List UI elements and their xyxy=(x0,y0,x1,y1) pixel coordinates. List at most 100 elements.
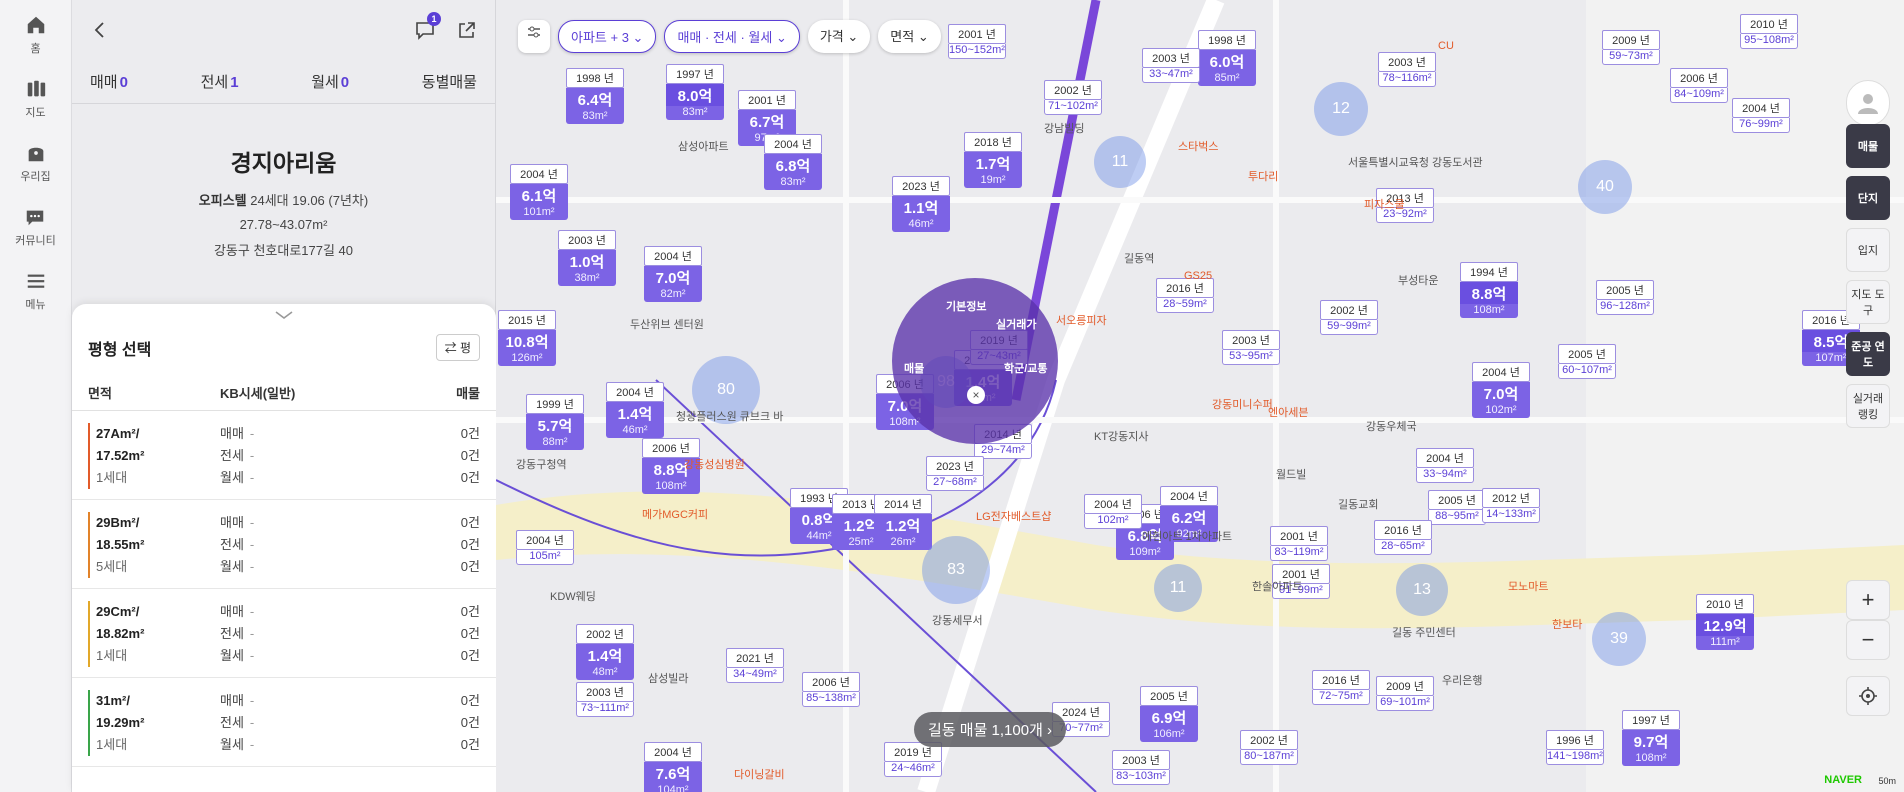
price-marker[interactable]: 2004 년 1.4억 46m² xyxy=(606,382,664,438)
map-poi-label[interactable]: 강동미니수퍼 xyxy=(1212,396,1273,412)
map-poi-label[interactable]: LG전자베스트샵 xyxy=(976,508,1051,524)
size-row[interactable]: 27Am²/17.52m² 1세대 매매 - 전세 - 월세 - 0건 0건 0건 xyxy=(72,411,496,500)
map-poi-label[interactable]: 삼성빌라 xyxy=(648,670,688,686)
cluster-circle[interactable]: 11 xyxy=(1154,564,1202,612)
complex-area-marker[interactable]: 2002 년 71~102m² xyxy=(1044,80,1102,115)
map-poi-label[interactable]: 두산위브 센터원 xyxy=(630,316,704,332)
price-marker[interactable]: 2003 년 1.0억 38m² xyxy=(558,230,616,286)
map-poi-label[interactable]: 한솔아파트 xyxy=(1252,578,1303,594)
price-marker[interactable]: 2004 년 7.6억 104m² xyxy=(644,742,702,792)
price-marker[interactable]: 2018 년 1.7억 19m² xyxy=(964,132,1022,188)
map-poi-label[interactable]: 엔아세븐 xyxy=(1268,404,1308,420)
listing-count-pill[interactable]: 길동 매물 1,100개 › xyxy=(914,712,1067,747)
map-poi-label[interactable]: 우리은행 xyxy=(1442,672,1482,688)
cluster-circle[interactable]: 11 xyxy=(1094,136,1146,188)
complex-area-marker[interactable]: 1996 년 141~198m² xyxy=(1546,730,1604,765)
complex-area-marker[interactable]: 2001 년 150~152m² xyxy=(948,24,1006,59)
sheet-handle[interactable] xyxy=(72,304,496,326)
tab-sale[interactable]: 매매 0 xyxy=(90,71,128,92)
map-poi-label[interactable]: KDW웨딩 xyxy=(550,588,596,604)
map-poi-label[interactable]: 강동세무서 xyxy=(932,612,983,628)
price-marker[interactable]: 1997 년 9.7억 108m² xyxy=(1622,710,1680,766)
profile-avatar[interactable] xyxy=(1846,80,1890,126)
cluster-circle[interactable]: 12 xyxy=(1314,82,1368,136)
filter-area[interactable]: 면적 ⌄ xyxy=(878,20,941,53)
size-row[interactable]: 31m²/19.29m² 1세대 매매 - 전세 - 월세 - 0건 0건 0건 xyxy=(72,678,496,767)
unit-toggle-button[interactable]: ⇄ 평 xyxy=(435,334,480,361)
layer-location-button[interactable]: 입지 xyxy=(1846,228,1890,272)
complex-area-marker[interactable]: 2003 년 73~111m² xyxy=(576,682,634,717)
price-marker[interactable]: 2010 년 12.9억 111m² xyxy=(1696,594,1754,650)
tab-by-building[interactable]: 동별매물 xyxy=(422,71,477,92)
map-poi-label[interactable]: 예현아트 1차아파트 xyxy=(1142,528,1232,544)
map-poi-label[interactable]: 강동성심병원 xyxy=(684,456,745,472)
price-marker[interactable]: 2002 년 1.4억 48m² xyxy=(576,624,634,680)
complex-area-marker[interactable]: 2004 년 76~99m² xyxy=(1732,98,1790,133)
complex-area-marker[interactable]: 2003 년 83~103m² xyxy=(1112,750,1170,785)
size-row[interactable]: 29Cm²/18.82m² 1세대 매매 - 전세 - 월세 - 0건 0건 0건 xyxy=(72,589,496,678)
map-poi-label[interactable]: 한보타 xyxy=(1552,616,1582,632)
nav-menu[interactable]: 메뉴 xyxy=(25,270,47,312)
nav-community[interactable]: 커뮤니티 xyxy=(15,206,56,248)
zoom-out-button[interactable]: − xyxy=(1846,620,1890,660)
price-marker[interactable]: 1997 년 8.0억 83m² xyxy=(666,64,724,120)
price-marker[interactable]: 2004 년 7.0억 82m² xyxy=(644,246,702,302)
price-marker[interactable]: 2004 년 6.8억 83m² xyxy=(764,134,822,190)
map-poi-label[interactable]: 메가MGC커피 xyxy=(642,506,708,522)
map-poi-label[interactable]: GS25 xyxy=(1184,270,1212,282)
map-poi-label[interactable]: 길동 주민센터 xyxy=(1392,624,1456,640)
complex-area-marker[interactable]: 2016 년 72~75m² xyxy=(1312,670,1370,705)
map-poi-label[interactable]: 서울특별시교육청 강동도서관 xyxy=(1348,154,1483,170)
radial-transactions[interactable]: 실거래가 xyxy=(996,316,1036,332)
map-poi-label[interactable]: 부성타운 xyxy=(1398,272,1438,288)
complex-area-marker[interactable]: 2002 년 59~99m² xyxy=(1320,300,1378,335)
price-marker[interactable]: 1994 년 8.8억 108m² xyxy=(1460,262,1518,318)
complex-area-marker[interactable]: 2016 년 28~65m² xyxy=(1374,520,1432,555)
complex-area-marker[interactable]: 2012 년 14~133m² xyxy=(1482,488,1540,523)
map-tools-button[interactable]: 지도 도구 xyxy=(1846,280,1890,324)
complex-area-marker[interactable]: 2002 년 80~187m² xyxy=(1240,730,1298,765)
chat-button[interactable]: 1 xyxy=(411,12,441,44)
tab-monthly[interactable]: 월세 0 xyxy=(311,71,349,92)
map-poi-label[interactable]: 강남빌딩 xyxy=(1044,120,1084,136)
complex-area-marker[interactable]: 2004 년 102m² xyxy=(1084,494,1142,529)
complex-area-marker[interactable]: 2021 년 34~49m² xyxy=(726,648,784,683)
complex-area-marker[interactable]: 2003 년 33~47m² xyxy=(1142,48,1200,83)
map-poi-label[interactable]: KT강동지사 xyxy=(1094,428,1149,444)
complex-area-marker[interactable]: 2004 년 33~94m² xyxy=(1416,448,1474,483)
filter-deal-type[interactable]: 매매 · 전세 · 월세 ⌄ xyxy=(664,20,800,53)
radial-school-transit[interactable]: 학군/교통 xyxy=(1004,360,1048,376)
filter-settings-button[interactable] xyxy=(518,20,550,53)
map-poi-label[interactable]: 청광플러스원 큐브크 바 xyxy=(676,408,783,424)
layer-complex-button[interactable]: 단지 xyxy=(1846,176,1890,220)
complex-area-marker[interactable]: 2009 년 69~101m² xyxy=(1376,676,1434,711)
map-poi-label[interactable]: 강동구청역 xyxy=(516,456,567,472)
complex-area-marker[interactable]: 2016 년 28~59m² xyxy=(1156,278,1214,313)
price-marker[interactable]: 2015 년 10.8억 126m² xyxy=(498,310,556,366)
complex-area-marker[interactable]: 2009 년 59~73m² xyxy=(1602,30,1660,65)
price-marker[interactable]: 2005 년 6.9억 106m² xyxy=(1140,686,1198,742)
map-poi-label[interactable]: 다이닝갈비 xyxy=(734,766,785,782)
price-marker[interactable]: 2023 년 1.1억 46m² xyxy=(892,176,950,232)
complex-area-marker[interactable]: 2001 년 83~119m² xyxy=(1270,526,1328,561)
complex-area-marker[interactable]: 2005 년 60~107m² xyxy=(1558,344,1616,379)
complex-area-marker[interactable]: 2005 년 96~128m² xyxy=(1596,280,1654,315)
complex-area-marker[interactable]: 2010 년 95~108m² xyxy=(1740,14,1798,49)
price-marker[interactable]: 2014 년 1.2억 26m² xyxy=(874,494,932,550)
complex-area-marker[interactable]: 2004 년 105m² xyxy=(516,530,574,565)
back-button[interactable] xyxy=(86,16,114,44)
map-poi-label[interactable]: 삼성아파트 xyxy=(678,138,729,154)
close-icon[interactable]: × xyxy=(967,386,985,404)
map-poi-label[interactable]: 투다리 xyxy=(1248,168,1278,184)
complex-area-marker[interactable]: 2003 년 78~116m² xyxy=(1378,52,1436,87)
map-view[interactable]: 아파트 + 3 ⌄ 매매 · 전세 · 월세 ⌄ 가격 ⌄ 면적 ⌄ 1998 … xyxy=(496,0,1904,792)
complex-area-marker[interactable]: 2003 년 53~95m² xyxy=(1222,330,1280,365)
cluster-circle[interactable]: 83 xyxy=(922,536,990,604)
filter-property-type[interactable]: 아파트 + 3 ⌄ xyxy=(558,20,657,53)
map-poi-label[interactable]: 길동역 xyxy=(1124,250,1154,266)
map-poi-label[interactable]: CU xyxy=(1438,40,1454,52)
map-poi-label[interactable]: 강동우체국 xyxy=(1366,418,1417,434)
complex-radial-menu[interactable]: 기본정보 실거래가 매물 학군/교통 × xyxy=(892,278,1058,444)
map-poi-label[interactable]: 월드빌 xyxy=(1276,466,1306,482)
complex-area-marker[interactable]: 2006 년 84~109m² xyxy=(1670,68,1728,103)
